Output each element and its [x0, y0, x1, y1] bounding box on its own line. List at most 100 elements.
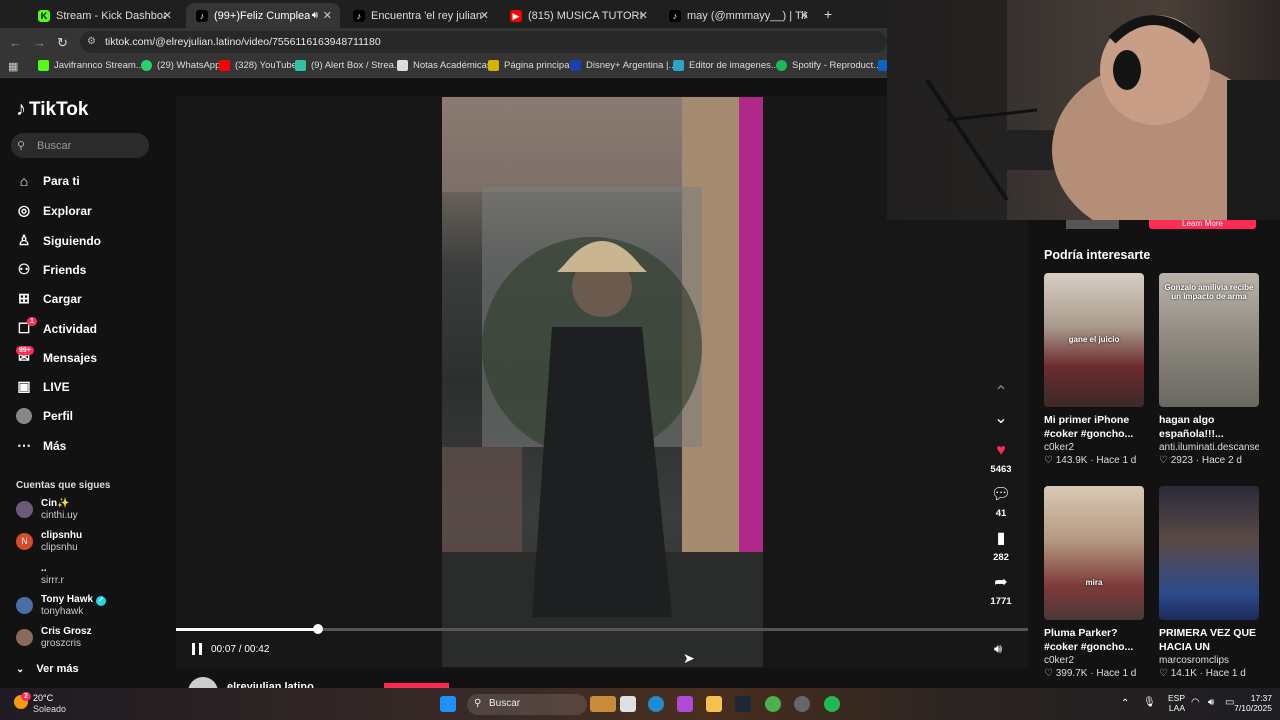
recommended-card[interactable]: gane el juicio Mi primer iPhone #coker #…: [1044, 273, 1144, 466]
taskbar-search-label: Buscar: [489, 698, 521, 709]
forward-icon[interactable]: →: [33, 35, 46, 50]
obs-icon[interactable]: [794, 696, 810, 712]
nav-explorar[interactable]: ◎ Explorar: [16, 202, 92, 219]
account-name: clipsnhu: [41, 530, 83, 541]
share-button[interactable]: ➦ 1771: [982, 574, 1020, 607]
bookmark-item[interactable]: Javifrannco Stream...: [38, 60, 144, 71]
search-input[interactable]: [37, 137, 137, 154]
like-button[interactable]: ♥ 5463: [982, 442, 1020, 475]
followed-account[interactable]: Cris Grosz groszcris: [16, 626, 92, 650]
ad-thumbnail[interactable]: [1066, 220, 1119, 229]
tab-search[interactable]: ♪ Encuentra 'el rey julian y maxi a ✕: [343, 3, 497, 28]
bookmark-item[interactable]: Disney+ Argentina |...: [570, 60, 676, 71]
bookmark-item[interactable]: (9) Alert Box / Strea...: [295, 60, 402, 71]
account-name: Cin✨: [41, 498, 70, 509]
task-view-icon[interactable]: [620, 696, 636, 712]
language-code: ESP: [1167, 693, 1185, 703]
clock[interactable]: 17:37 7/10/2025: [1222, 693, 1272, 713]
windows-taskbar: [0, 688, 1280, 720]
followed-account[interactable]: Tony Hawk ✓ tonyhawk: [16, 594, 106, 618]
kick-icon: K: [38, 9, 50, 22]
new-tab-icon[interactable]: +: [824, 6, 832, 22]
nav-mas[interactable]: ⋯ Más: [16, 437, 66, 454]
weather-condition[interactable]: Soleado: [33, 704, 66, 714]
tab-youtube[interactable]: ▶ (815) MÚSICA TUTORIAL YUYA ✕: [500, 3, 656, 28]
reload-icon[interactable]: ↻: [57, 35, 68, 51]
bookmark-item[interactable]: (29) WhatsApp: [141, 60, 220, 71]
learn-more-button[interactable]: Learn More: [1149, 220, 1256, 229]
card-author: anti.iluminati.descanse: [1159, 442, 1259, 453]
edge-icon[interactable]: [648, 696, 664, 712]
nav-friends[interactable]: ⚇ Friends: [16, 261, 87, 278]
nav-label: Más: [43, 438, 67, 453]
bookmark-label: (328) YouTube: [235, 60, 297, 71]
tab-tiktok-video[interactable]: ♪ (99+)Feliz Cumpleaños par 🔊︎ ✕: [186, 3, 340, 28]
taskbar-search[interactable]: [467, 694, 587, 715]
url-text[interactable]: tiktok.com/@elreyjulian.latino/video/755…: [105, 36, 381, 48]
save-button[interactable]: ▮ 282: [982, 530, 1020, 563]
recommended-card[interactable]: PRIMERA VEZ QUE HACIA UN CHIPLET... marc…: [1159, 486, 1259, 679]
progress-handle[interactable]: [313, 624, 323, 634]
speaker-icon[interactable]: 🔊︎: [1208, 697, 1214, 708]
chrome-icon[interactable]: [765, 696, 781, 712]
bookmark-item[interactable]: (328) YouTube: [219, 60, 297, 71]
back-icon[interactable]: ←: [9, 35, 22, 50]
file-explorer-icon[interactable]: [706, 696, 722, 712]
tiktok-icon: ♪: [196, 9, 208, 22]
progress-fill: [176, 628, 318, 631]
followed-account[interactable]: .. sirrr.r: [16, 563, 64, 587]
close-icon[interactable]: ✕: [480, 9, 489, 22]
bookmark-item[interactable]: Notas Académicas: [397, 60, 492, 71]
volume-icon[interactable]: 🔊︎: [994, 641, 1002, 657]
bookmark-icon: ▮: [996, 530, 1006, 547]
bookmark-label: (29) WhatsApp: [157, 60, 221, 71]
weather-badge: 2: [21, 692, 31, 701]
search-icon: ⚲: [474, 698, 482, 709]
bookmark-item[interactable]: Página principal: [488, 60, 572, 71]
heart-icon: ♡: [1044, 668, 1053, 679]
see-more-button[interactable]: ⌄ Ver más: [16, 663, 79, 675]
video-frame[interactable]: [442, 97, 763, 667]
spotify-icon[interactable]: [824, 696, 840, 712]
nav-siguiendo[interactable]: ♙ Siguiendo: [16, 232, 101, 249]
speaker-icon[interactable]: 🔊︎: [312, 10, 318, 21]
bookmark-label: Disney+ Argentina |...: [586, 60, 677, 71]
wifi-icon[interactable]: ◠: [1191, 697, 1200, 708]
followed-account[interactable]: Cin✨ cinthi.uy: [16, 498, 78, 522]
widget-icon[interactable]: [590, 696, 616, 712]
bookmark-item[interactable]: Editor de imagenes...: [673, 60, 779, 71]
nav-perfil[interactable]: Perfil: [16, 408, 73, 424]
bookmark-label: Editor de imagenes...: [689, 60, 779, 71]
chevron-up-icon[interactable]: ⌃: [1121, 698, 1129, 709]
close-icon[interactable]: ✕: [163, 9, 172, 22]
home-icon: ⌂: [19, 173, 29, 189]
tab-tiktok-profile[interactable]: ♪ may (@mmmayy__) | TikTok ✕: [659, 3, 817, 28]
nav-live[interactable]: ▣ LIVE: [16, 378, 69, 395]
weather-temperature[interactable]: 20°C: [33, 693, 53, 703]
language-indicator[interactable]: ESP LAA: [1163, 693, 1185, 713]
site-info-icon[interactable]: ⚙: [87, 36, 96, 47]
microphone-icon[interactable]: 🎙︎: [1143, 697, 1156, 708]
recommended-card[interactable]: mira Pluma Parker? #coker #goncho... c0k…: [1044, 486, 1144, 679]
pause-icon[interactable]: [192, 643, 202, 655]
followed-account[interactable]: N clipsnhu clipsnhu: [16, 530, 82, 554]
copilot-icon[interactable]: [677, 696, 693, 712]
nav-para-ti[interactable]: ⌂ Para ti: [16, 173, 80, 189]
tiktok-icon: ♪: [669, 9, 681, 22]
webcam-overlay: [887, 0, 1280, 220]
apps-icon[interactable]: ▦: [8, 60, 18, 73]
bookmark-item[interactable]: Spotify - Reproduct...: [776, 60, 881, 71]
windows-start-icon[interactable]: [440, 696, 456, 712]
nav-cargar[interactable]: ⊞ Cargar: [16, 290, 82, 307]
comment-button[interactable]: 💬︎ 41: [982, 486, 1020, 519]
close-icon[interactable]: ✕: [639, 9, 648, 22]
account-name-text: Tony Hawk: [41, 594, 94, 605]
steam-icon[interactable]: [735, 696, 751, 712]
prev-video-button[interactable]: ⌃: [982, 384, 1020, 402]
tiktok-logo[interactable]: ♪ TikTok: [16, 98, 88, 121]
next-video-button[interactable]: ⌄: [982, 410, 1020, 428]
recommended-card[interactable]: Gonzalo amilivia recibe un impacto de ar…: [1159, 273, 1259, 466]
close-icon[interactable]: ✕: [323, 9, 332, 22]
close-icon[interactable]: ✕: [800, 9, 809, 22]
tab-kick[interactable]: K Stream - Kick Dashboard ✕: [28, 3, 180, 28]
